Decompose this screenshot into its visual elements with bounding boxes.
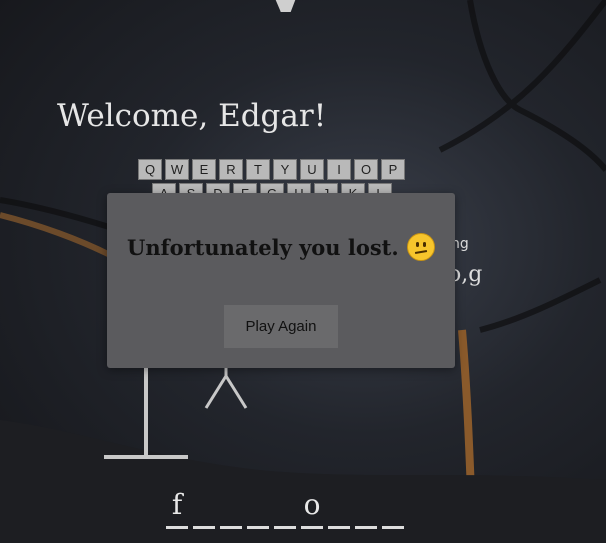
key-y[interactable]: Y [273, 159, 297, 180]
key-w[interactable]: W [165, 159, 189, 180]
letter-slot [247, 490, 269, 529]
hangman-gallows [104, 360, 248, 459]
play-again-button[interactable]: Play Again [224, 305, 338, 348]
modal-message: Unfortunately you lost. [127, 233, 447, 261]
key-e[interactable]: E [192, 159, 216, 180]
confused-face-icon [406, 233, 435, 261]
key-u[interactable]: U [300, 159, 324, 180]
key-i[interactable]: I [327, 159, 351, 180]
game-over-modal: Unfortunately you lost. Play Again [107, 193, 455, 368]
letter-slot: f [166, 490, 188, 529]
letter-slot [355, 490, 377, 529]
key-t[interactable]: T [246, 159, 270, 180]
welcome-heading: Welcome, Edgar! [57, 98, 327, 134]
letter-slot [382, 490, 404, 529]
letter-slot [274, 490, 296, 529]
letter-slot [220, 490, 242, 529]
app-title-fragment: _ y _ [130, 0, 460, 12]
letter-slot [328, 490, 350, 529]
letter-slot: o [301, 490, 323, 529]
key-r[interactable]: R [219, 159, 243, 180]
word-display: f o [166, 490, 404, 529]
key-o[interactable]: O [354, 159, 378, 180]
lost-message-text: Unfortunately you lost. [127, 234, 399, 260]
keyboard-row-1: Q W E R T Y U I O P [138, 159, 428, 180]
key-p[interactable]: P [381, 159, 405, 180]
letter-slot [193, 490, 215, 529]
key-q[interactable]: Q [138, 159, 162, 180]
